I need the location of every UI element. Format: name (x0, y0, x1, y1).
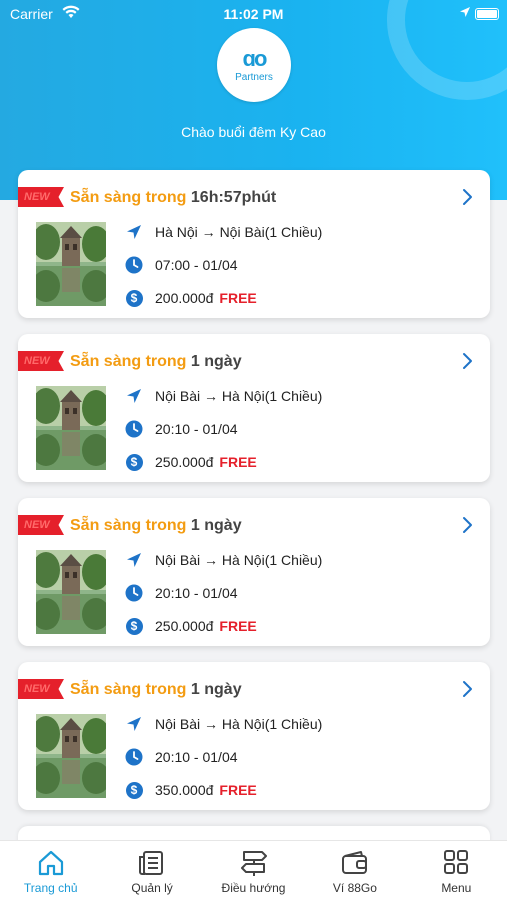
route-text: Nội Bài → Hà Nội(1 Chiều) (155, 552, 323, 568)
price-row: $ 350.000đ FREE (125, 780, 257, 800)
wallet-icon (341, 851, 367, 874)
price-row: $ 200.000đ FREE (125, 288, 257, 308)
dollar-icon: $ (125, 781, 143, 799)
route-text: Nội Bài → Hà Nội(1 Chiều) (155, 388, 323, 404)
tab-menu[interactable]: Menu (406, 841, 507, 900)
price-value: 250.000đ (155, 454, 214, 470)
manage-icon (139, 851, 164, 875)
greeting-text: Chào buổi đêm Ky Cao (181, 124, 326, 140)
route-row: Hà Nội → Nội Bài(1 Chiều) (125, 222, 322, 242)
price-value: 350.000đ (155, 782, 214, 798)
time-row: 07:00 - 01/04 (125, 255, 238, 275)
logo-text: Partners (235, 71, 273, 83)
dollar-icon: $ (125, 289, 143, 307)
location-services-icon (460, 7, 470, 17)
new-badge: NEW (18, 351, 64, 371)
trip-card[interactable]: NEW Sẵn sàng trong 1 ngày Nội Bài → Hà N… (18, 662, 490, 810)
grid-menu-icon (444, 850, 469, 874)
trip-thumbnail (36, 714, 106, 798)
signpost-icon (240, 851, 267, 876)
new-badge: NEW (18, 187, 64, 207)
chevron-right-icon[interactable] (462, 516, 474, 534)
time-row: 20:10 - 01/04 (125, 583, 238, 603)
clock-icon (125, 584, 143, 602)
app-logo: ɑo Partners (217, 28, 291, 102)
trip-card[interactable]: NEW Sẵn sàng trong 1 ngày Nội Bài → Hà N… (18, 334, 490, 482)
card-title: Sẵn sàng trong 1 ngày (70, 681, 242, 698)
pickup-time: 20:10 - 01/04 (155, 421, 238, 437)
navigation-arrow-icon (127, 717, 141, 731)
tab-label: Trang chủ (23, 881, 78, 895)
card-title: Sẵn sàng trong 1 ngày (70, 517, 242, 534)
chevron-right-icon[interactable] (462, 352, 474, 370)
trip-thumbnail (36, 222, 106, 306)
pickup-time: 20:10 - 01/04 (155, 585, 238, 601)
navigation-arrow-icon (127, 553, 141, 567)
time-row: 20:10 - 01/04 (125, 747, 238, 767)
battery-icon (475, 8, 499, 20)
route-row: Nội Bài → Hà Nội(1 Chiều) (125, 386, 322, 406)
trip-card[interactable]: NEW Sẵn sàng trong 1 ngày Nội Bài → Hà N… (18, 498, 490, 646)
pickup-time: 07:00 - 01/04 (155, 257, 238, 273)
trip-thumbnail (36, 386, 106, 470)
tab-wallet[interactable]: Ví 88Go (304, 841, 405, 900)
status-bar: Carrier 11:02 PM (0, 0, 507, 28)
trip-thumbnail (36, 550, 106, 634)
route-text: Hà Nội → Nội Bài(1 Chiều) (155, 224, 323, 240)
free-tag: FREE (219, 618, 257, 634)
logo-mark: ɑo (242, 45, 268, 71)
price-row: $ 250.000đ FREE (125, 616, 257, 636)
tab-label: Ví 88Go (332, 881, 377, 895)
route-text: Nội Bài → Hà Nội(1 Chiều) (155, 716, 323, 732)
card-title: Sẵn sàng trong 16h:57phút (70, 189, 277, 206)
chevron-right-icon[interactable] (462, 680, 474, 698)
free-tag: FREE (219, 454, 257, 470)
price-value: 200.000đ (155, 290, 214, 306)
navigation-arrow-icon (127, 225, 141, 239)
price-value: 250.000đ (155, 618, 214, 634)
clock-icon (125, 748, 143, 766)
bottom-tab-bar: Trang chủ Quản lý Điều hướng Ví 88Go Men… (0, 840, 507, 900)
tab-label: Điều hướng (221, 881, 286, 895)
chevron-right-icon[interactable] (462, 188, 474, 206)
route-row: Nội Bài → Hà Nội(1 Chiều) (125, 550, 322, 570)
tab-navigation[interactable]: Điều hướng (203, 841, 304, 900)
status-time: 11:02 PM (223, 6, 284, 22)
route-row: Nội Bài → Hà Nội(1 Chiều) (125, 714, 322, 734)
free-tag: FREE (219, 782, 257, 798)
pickup-time: 20:10 - 01/04 (155, 749, 238, 765)
time-row: 20:10 - 01/04 (125, 419, 238, 439)
dollar-icon: $ (125, 453, 143, 471)
price-row: $ 250.000đ FREE (125, 452, 257, 472)
dollar-icon: $ (125, 617, 143, 635)
tab-home[interactable]: Trang chủ (0, 841, 101, 900)
new-badge: NEW (18, 679, 64, 699)
home-icon (38, 850, 63, 876)
clock-icon (125, 256, 143, 274)
tab-label: Quản lý (131, 881, 173, 895)
trip-card[interactable]: NEW Sẵn sàng trong 16h:57phút Hà Nội → N… (18, 170, 490, 318)
clock-icon (125, 420, 143, 438)
card-title: Sẵn sàng trong 1 ngày (70, 353, 242, 370)
tab-manage[interactable]: Quản lý (101, 841, 202, 900)
navigation-arrow-icon (127, 389, 141, 403)
tab-label: Menu (441, 881, 472, 895)
new-badge: NEW (18, 515, 64, 535)
free-tag: FREE (219, 290, 257, 306)
